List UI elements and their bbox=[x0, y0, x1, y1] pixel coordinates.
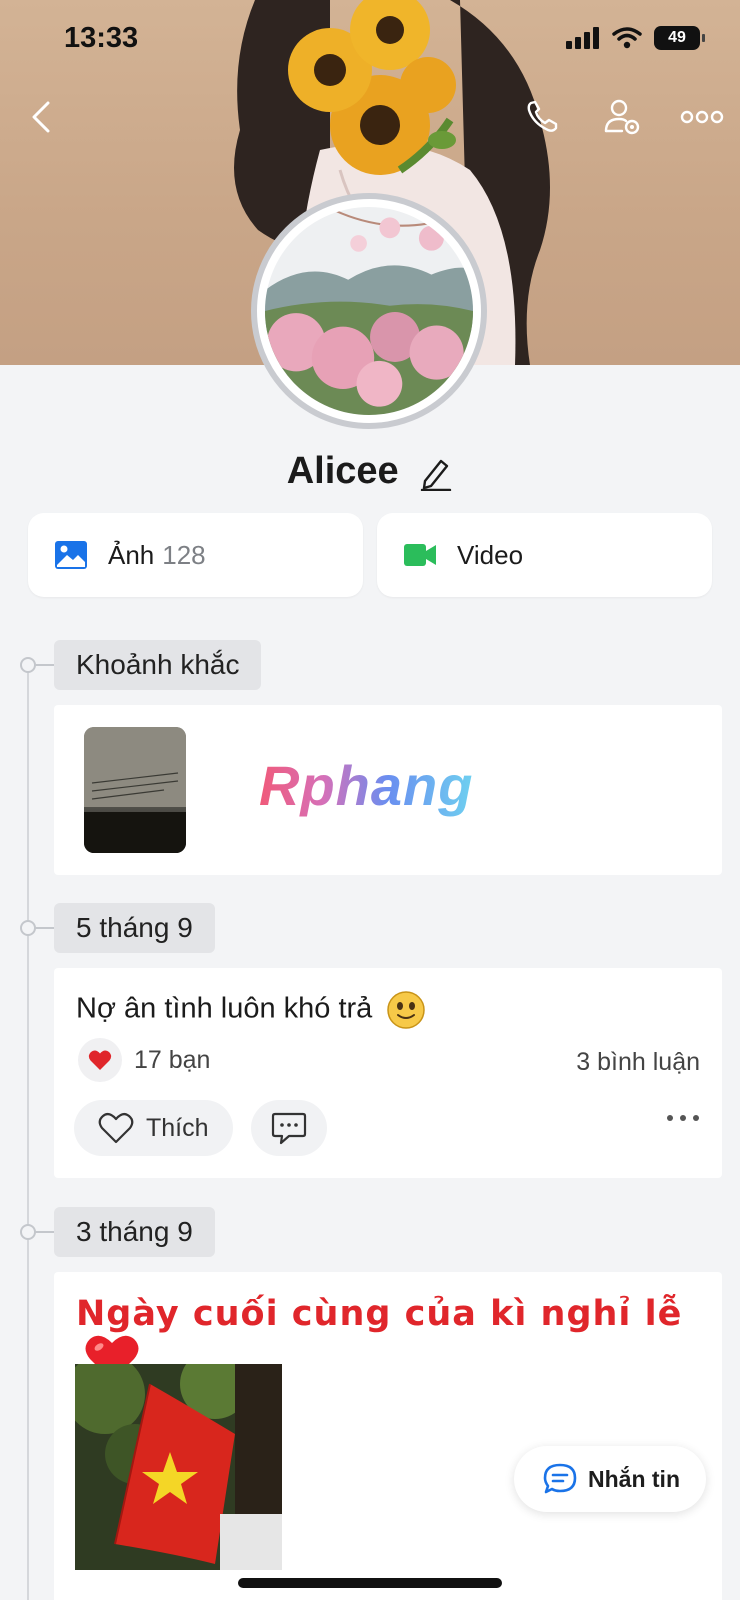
battery-icon: 49 bbox=[654, 26, 705, 50]
like-label: Thích bbox=[146, 1113, 209, 1142]
phone-icon[interactable] bbox=[522, 97, 562, 137]
signal-icon bbox=[566, 27, 599, 49]
date-chip: 3 tháng 9 bbox=[54, 1207, 215, 1257]
post-text-row: Nợ ân tình luôn khó trả bbox=[76, 990, 426, 1030]
status-post[interactable]: Nợ ân tình luôn khó trả 17 bạn 3 bình lu… bbox=[54, 968, 722, 1178]
photo-icon bbox=[55, 541, 87, 569]
avatar[interactable] bbox=[251, 193, 487, 429]
photos-label: Ảnh bbox=[108, 539, 155, 570]
wifi-icon bbox=[612, 27, 642, 49]
comment-bubble-icon bbox=[271, 1112, 306, 1145]
video-label: Video bbox=[457, 539, 524, 570]
photos-count: 128 bbox=[162, 539, 206, 570]
profile-name: Alicee bbox=[286, 450, 399, 492]
moments-chip[interactable]: Khoảnh khắc bbox=[54, 640, 262, 690]
battery-level: 49 bbox=[668, 29, 686, 46]
comment-count[interactable]: 3 bình luận bbox=[576, 1048, 700, 1077]
post-more-icon[interactable] bbox=[666, 1113, 700, 1123]
status-time: 13:33 bbox=[64, 22, 139, 54]
message-button[interactable]: Nhắn tin bbox=[514, 1446, 706, 1512]
media-cards: Ảnh 128 Video bbox=[28, 513, 712, 597]
like-button[interactable]: Thích bbox=[74, 1100, 233, 1156]
reactions-summary[interactable]: 17 bạn bbox=[78, 1038, 210, 1082]
photo-post[interactable]: Ngày cuối cùng của kì nghỉ lễ bbox=[54, 1272, 722, 1600]
chat-bubble-icon bbox=[543, 1463, 577, 1494]
more-options-icon[interactable] bbox=[678, 97, 726, 137]
watermark-logo: Rphang bbox=[259, 754, 474, 817]
timeline-connector bbox=[34, 927, 54, 929]
top-bar bbox=[0, 95, 740, 145]
video-camera-icon bbox=[404, 544, 436, 566]
home-indicator[interactable] bbox=[238, 1578, 502, 1588]
timeline-line bbox=[27, 665, 29, 1600]
post-actions: Thích bbox=[74, 1100, 327, 1156]
heart-outline-icon bbox=[98, 1112, 134, 1144]
timeline-connector bbox=[34, 1231, 54, 1233]
user-settings-icon[interactable] bbox=[602, 97, 644, 139]
post-text: Nợ ân tình luôn khó trả bbox=[76, 992, 373, 1025]
comment-button[interactable] bbox=[250, 1100, 327, 1156]
post-photo[interactable] bbox=[75, 1364, 282, 1570]
profile-name-row: Alicee bbox=[0, 450, 740, 493]
back-arrow-icon[interactable] bbox=[22, 97, 62, 137]
edit-pencil-icon[interactable] bbox=[419, 455, 453, 491]
reaction-count: 17 bạn bbox=[134, 1045, 211, 1074]
timeline-connector bbox=[34, 664, 54, 666]
smile-emoji-icon bbox=[387, 991, 426, 1029]
status-bar: 13:33 49 bbox=[0, 22, 740, 62]
heart-reaction-icon bbox=[78, 1038, 122, 1082]
post-title: Ngày cuối cùng của kì nghỉ lễ bbox=[76, 1294, 683, 1334]
video-card[interactable]: Video bbox=[377, 513, 712, 597]
date-chip: 5 tháng 9 bbox=[54, 903, 215, 953]
moment-thumbnail[interactable] bbox=[84, 727, 186, 853]
moments-panel: Rphang bbox=[54, 705, 722, 875]
message-button-label: Nhắn tin bbox=[588, 1465, 680, 1492]
photos-card[interactable]: Ảnh 128 bbox=[28, 513, 363, 597]
